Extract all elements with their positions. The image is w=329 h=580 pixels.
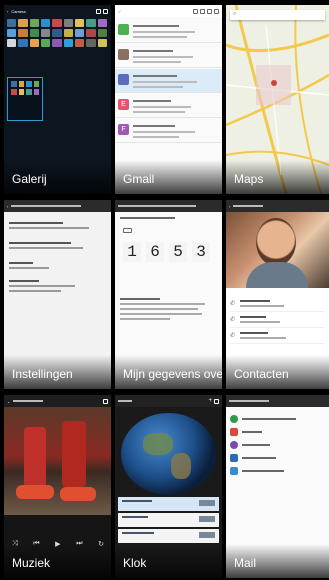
archive-icon [193,8,198,14]
mail-list-item [115,19,222,43]
app-card-settings[interactable]: ‹ Instellingen [4,200,111,389]
app-label-music: Muziek [4,544,111,578]
avatar [118,24,129,35]
chevron-down-icon: ⌄ [7,398,11,404]
mail-list-item [115,69,222,93]
gallery-header-title: Camera [11,8,26,14]
app-label-settings: Instellingen [4,355,111,389]
add-icon: + [208,398,212,404]
pin-digit: 3 [192,242,210,262]
album-art [4,407,111,515]
gmail-toolbar: ✓ [115,5,222,17]
music-header: ⌄ [4,395,111,407]
more-icon [214,398,219,404]
mail-list-item: F [115,119,222,143]
back-icon: ‹ [229,203,231,209]
avatar [118,49,129,60]
avatar: F [118,124,129,135]
clock-city-row [118,529,219,543]
app-label-gallery: Galerij [4,160,111,194]
more-icon [103,8,108,14]
avatar [118,74,129,85]
app-label-clock: Klok [115,544,222,578]
app-card-transfer[interactable]: 1 6 5 3 Mijn gegevens ove... [115,200,222,389]
app-card-contacts[interactable]: ‹ ✆ ✆ ✆ Contacten [226,200,329,389]
pin-digit: 5 [169,242,187,262]
recent-apps-grid: ‹ Camera Galerij ✓ E F Gmail ⌕ Maps ‹ In… [0,0,329,580]
back-icon: ‹ [7,8,9,14]
check-icon: ✓ [118,8,122,14]
settings-header: ‹ [4,200,111,212]
mail-header [226,395,329,407]
phone-icon [123,228,132,233]
search-icon: ⌕ [233,11,237,17]
mail-account-list [230,413,325,478]
pin-digit: 1 [123,242,141,262]
gallery-header: ‹ Camera [4,5,111,17]
avatar: E [118,99,129,110]
more-icon [103,398,108,404]
mail-list-item [115,44,222,68]
transfer-header [115,200,222,212]
more-icon [214,8,219,14]
app-label-mail: Mail [226,544,329,578]
world-globe [121,413,216,495]
app-card-maps[interactable]: ⌕ Maps [226,5,329,194]
pin-digit: 6 [146,242,164,262]
app-card-clock[interactable]: + Klok [115,395,222,578]
selected-album [7,77,43,121]
app-label-maps: Maps [226,160,329,194]
app-label-gmail: Gmail [115,160,222,194]
app-card-gmail[interactable]: ✓ E F Gmail [115,5,222,194]
phone-icon: ✆ [230,333,236,339]
contacts-header: ‹ [226,200,329,212]
share-icon [96,8,101,14]
app-card-gallery[interactable]: ‹ Camera Galerij [4,5,111,194]
app-card-mail[interactable]: Mail [226,395,329,578]
phone-icon: ✆ [230,317,236,323]
mail-list-item: E [115,94,222,118]
clock-city-row [118,513,219,527]
phone-icon: ✆ [230,301,236,307]
clock-header: + [115,395,222,407]
map-search-bar[interactable]: ⌕ [230,10,325,20]
app-card-music[interactable]: ⌄ ⤨ ⏮ ▶ ⏭ ↻ Muziek [4,395,111,578]
app-label-contacts: Contacten [226,355,329,389]
contact-photo [226,212,329,288]
delete-icon [207,8,212,14]
back-icon: ‹ [7,203,9,209]
gallery-thumbnails [7,19,107,47]
label-icon [200,8,205,14]
app-label-transfer: Mijn gegevens ove... [115,355,222,389]
clock-city-row [118,497,219,511]
